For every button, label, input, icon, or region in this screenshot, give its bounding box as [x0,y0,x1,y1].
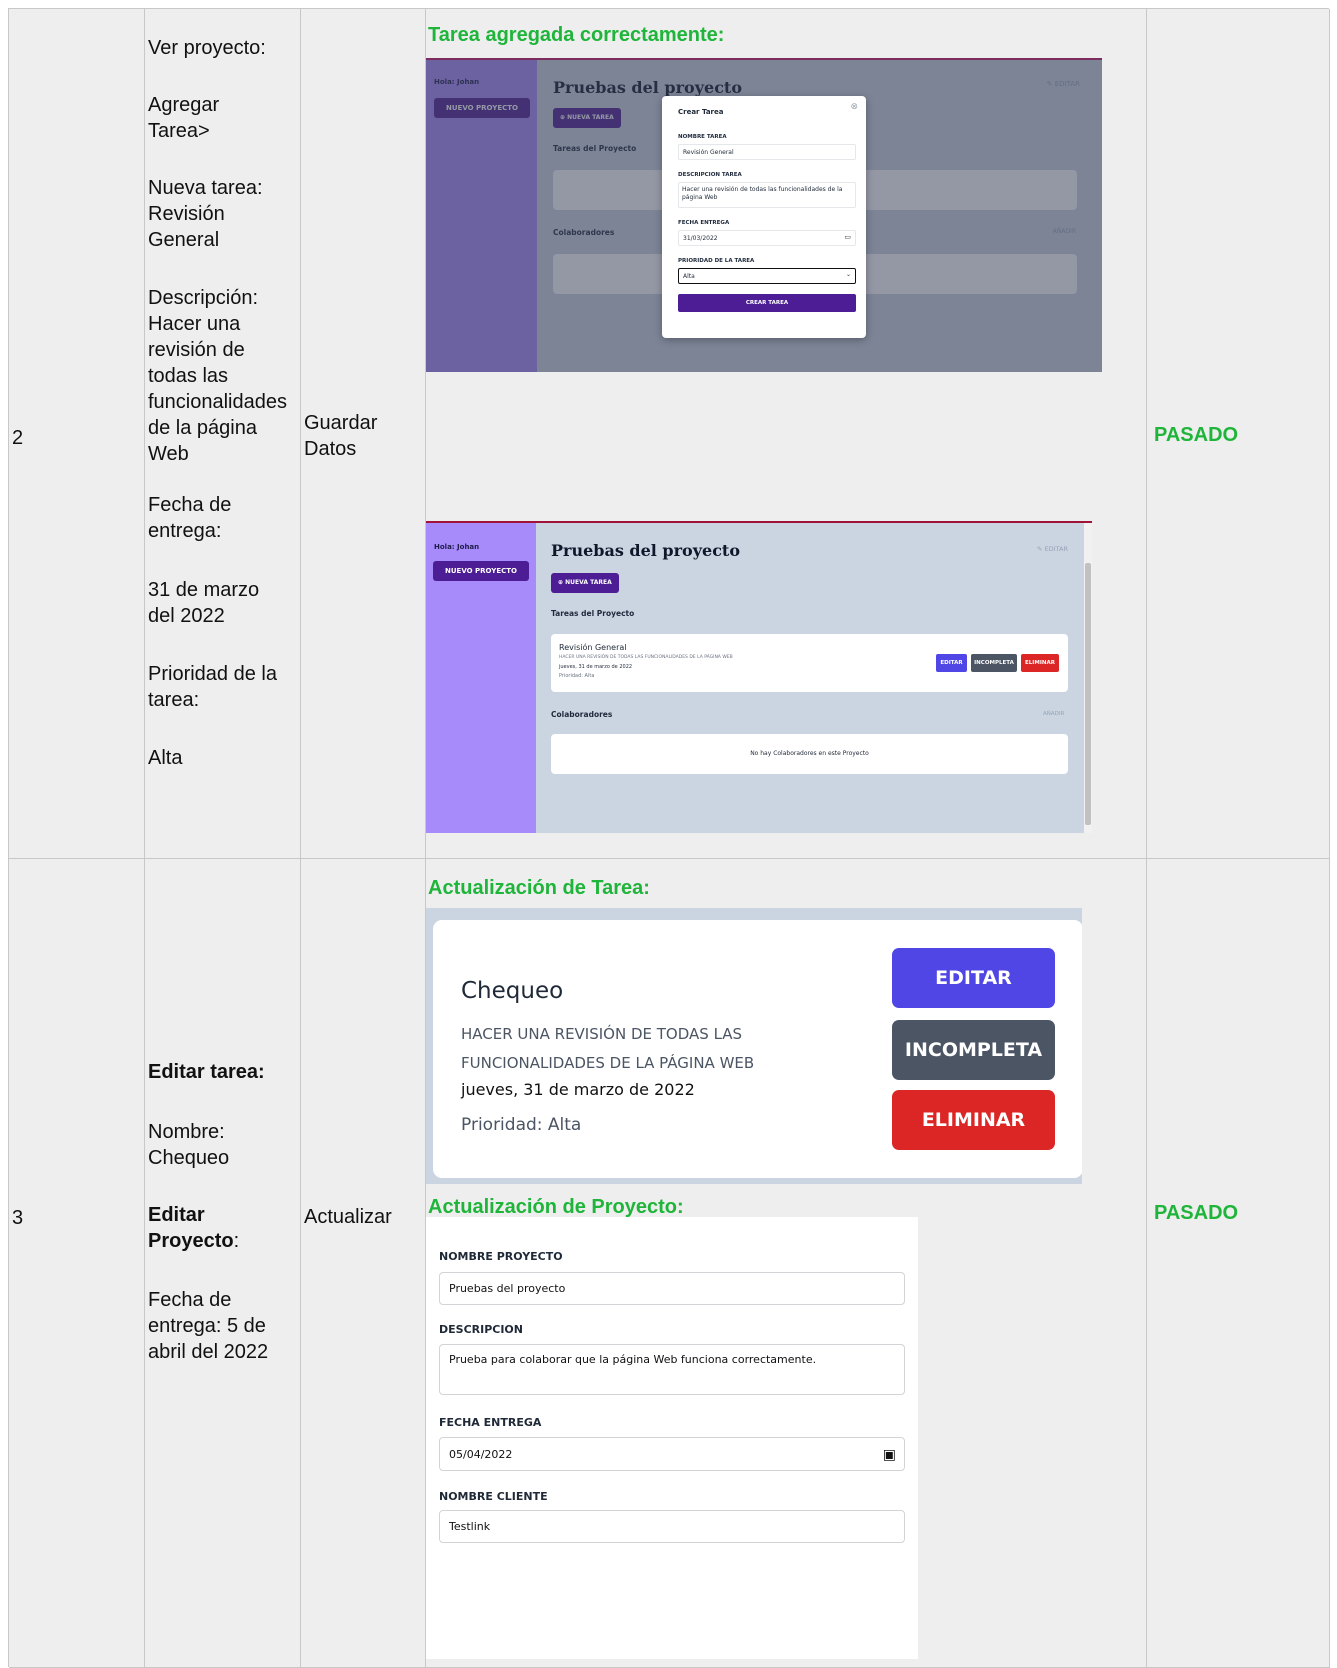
row2-steps-cell: Ver proyecto: Agregar Tarea> Nueva tarea… [145,9,301,859]
row3-evidence-title-task: Actualización de Tarea: [428,877,650,899]
name-label: NOMBRE TAREA [678,134,727,140]
task-desc-textarea[interactable]: Hacer una revisión de todas las funciona… [678,182,856,208]
row3-edit-project-label: Editar Proyecto [148,1204,234,1252]
task-date-value: 31/03/2022 [683,235,718,242]
prio-label: PRIORIDAD DE LA TAREA [678,258,755,264]
task-name: Chequeo [461,978,564,1004]
task-priority: Prioridad: Alta [461,1115,582,1135]
modal-title: Crear Tarea [678,108,724,116]
client-name-input[interactable]: Testlink [439,1510,905,1543]
sidebar: Hola: Johan NUEVO PROYECTO [426,523,536,833]
row2-step: Prioridad de la tarea: [148,663,277,711]
row2-step: Ver proyecto: [148,37,266,59]
task-card: Revisión General HACER UNA REVISIÓN DE T… [551,634,1068,692]
calendar-icon[interactable]: ▣ [883,1438,896,1472]
no-collab-text: No hay Colaboradores en este Proyecto [750,750,869,757]
new-project-button[interactable]: NUEVO PROYECTO [433,561,529,581]
row3-edit-project-colon: : [233,1230,240,1252]
row2-result: PASADO [1154,424,1239,446]
row2-step: Alta [148,747,183,769]
greeting: Hola: Johan [434,543,480,551]
create-task-screenshot: Hola: Johan NUEVO PROYECTO Pruebas del p… [426,58,1102,372]
tasks-heading: Tareas del Proyecto [551,609,635,618]
row2-result-cell: PASADO [1147,9,1330,859]
row2-step: 31 de marzo del 2022 [148,579,260,627]
task-name: Revisión General [559,643,627,652]
task-added-screenshot: Hola: Johan NUEVO PROYECTO Pruebas del p… [426,521,1092,833]
task-priority: Prioridad: Alta [559,673,595,679]
project-name-label: NOMBRE PROYECTO [439,1250,563,1263]
collab-box: No hay Colaboradores en este Proyecto [551,734,1068,774]
close-icon[interactable]: ⊗ [850,102,858,112]
row2-evidence-title: Tarea agregada correctamente: [428,24,725,46]
new-task-label: NUEVA TAREA [565,579,612,586]
row2-action: Guardar Datos [304,412,378,460]
row3-task-name: Nombre: Chequeo [148,1121,230,1169]
project-name-input[interactable]: Pruebas del proyecto [439,1272,905,1305]
project-title: Pruebas del proyecto [551,541,740,560]
task-delete-button[interactable]: ELIMINAR [892,1090,1055,1150]
row3-project-date: Fecha de entrega: 5 de abril del 2022 [148,1289,269,1363]
row2-action-cell: Guardar Datos [301,9,426,859]
scrollbar-thumb[interactable] [1085,563,1091,825]
client-name-label: NOMBRE CLIENTE [439,1490,548,1503]
row3-steps-cell: Editar tarea: Nombre: Chequeo Editar Pro… [145,859,301,1668]
project-date-label: FECHA ENTREGA [439,1416,542,1429]
row2-step: Descripción: Hacer una revisión de todas… [148,287,287,465]
updated-task-screenshot: Chequeo HACER UNA REVISIÓN DE TODAS LAS … [426,908,1082,1184]
scrollbar[interactable] [1084,523,1092,833]
project-form-screenshot: NOMBRE PROYECTO Pruebas del proyecto DES… [426,1217,918,1659]
task-date: jueves, 31 de marzo de 2022 [559,664,633,670]
new-task-button[interactable]: ⊕ NUEVA TAREA [551,573,619,593]
row3-edit-project-heading: Editar Proyecto: [148,1202,268,1254]
task-date-input[interactable]: 31/03/2022 ▭ [678,230,856,246]
project-desc-label: DESCRIPCION [439,1323,523,1336]
row3-number-cell: 3 [9,859,145,1668]
collab-heading: Colaboradores [551,710,613,719]
create-task-modal: Crear Tarea ⊗ NOMBRE TAREA Revisión Gene… [662,96,866,338]
row2-step: Nueva tarea: Revisión General [148,177,263,251]
row3-number: 3 [12,1207,24,1229]
edit-project-link[interactable]: ✎ EDITAR [1037,545,1068,553]
project-desc-textarea[interactable]: Prueba para colaborar que la página Web … [439,1344,905,1395]
desc-label: DESCRIPCION TAREA [678,172,742,178]
task-incomplete-button[interactable]: INCOMPLETA [892,1020,1055,1080]
task-desc: HACER UNA REVISIÓN DE TODAS LAS FUNCIONA… [559,655,733,660]
row2-step: Agregar Tarea> [148,94,220,142]
task-edit-button[interactable]: EDITAR [936,654,967,672]
row3-result: PASADO [1154,1202,1239,1224]
row3-evidence-title-project: Actualización de Proyecto: [428,1196,684,1218]
create-task-button[interactable]: CREAR TAREA [678,294,856,312]
task-date: jueves, 31 de marzo de 2022 [461,1080,695,1099]
row2-step: Fecha de entrega: [148,494,232,542]
row3-action-cell: Actualizar [301,859,426,1668]
project-date-input[interactable]: 05/04/2022 ▣ [439,1437,905,1471]
row3-result-cell: PASADO [1147,859,1330,1668]
task-edit-button[interactable]: EDITAR [892,948,1055,1008]
calendar-icon[interactable]: ▭ [844,233,851,241]
pencil-icon: ✎ [1037,545,1045,553]
date-label: FECHA ENTREGA [678,220,730,226]
task-desc: HACER UNA REVISIÓN DE TODAS LAS FUNCIONA… [461,1025,755,1072]
task-incomplete-button[interactable]: INCOMPLETA [971,654,1017,672]
row2-number-cell: 2 [9,9,145,859]
edit-project-label: EDITAR [1044,545,1068,553]
task-priority-select[interactable]: Alta ⌄ [678,268,856,284]
row2-number: 2 [12,427,24,449]
add-collab-link[interactable]: AÑADIR [1043,711,1064,717]
row3-action: Actualizar [304,1206,392,1228]
task-card: Chequeo HACER UNA REVISIÓN DE TODAS LAS … [433,920,1082,1178]
task-priority-value: Alta [683,273,695,280]
task-delete-button[interactable]: ELIMINAR [1021,654,1059,672]
chevron-down-icon: ⌄ [845,271,851,278]
project-date-value: 05/04/2022 [449,1448,513,1461]
row3-edit-task-heading: Editar tarea: [148,1061,265,1083]
task-name-input[interactable]: Revisión General [678,144,856,160]
